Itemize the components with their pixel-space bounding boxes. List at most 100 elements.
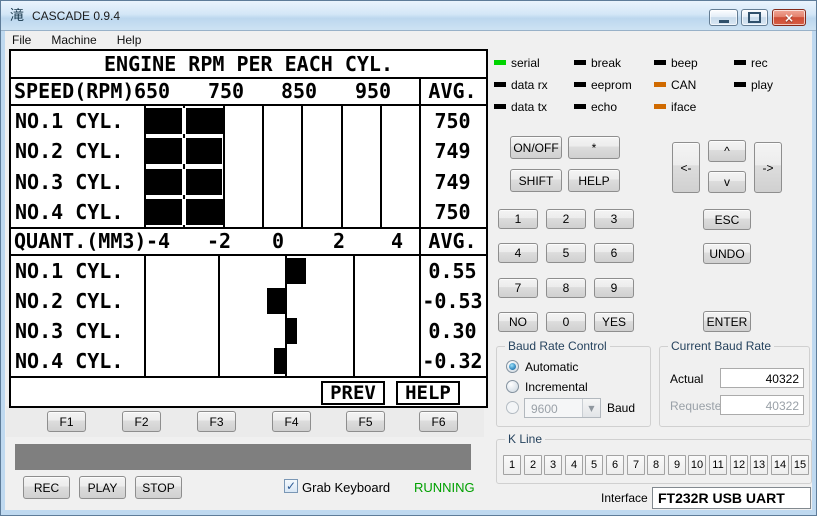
break-led: [574, 60, 586, 65]
echo-label: echo: [591, 100, 617, 114]
k-line-7[interactable]: 7: [627, 455, 645, 475]
baud-dropdown[interactable]: 9600 ▼: [524, 398, 601, 418]
rpm-avg-header: AVG.: [419, 79, 486, 104]
key-6[interactable]: 6: [594, 243, 634, 263]
rpm-avg-value: 750: [419, 197, 486, 227]
radio-automatic-label: Automatic: [525, 360, 578, 374]
key-4[interactable]: 4: [498, 243, 538, 263]
iface-led: [654, 104, 666, 109]
actual-label: Actual: [670, 372, 703, 386]
rpm-avg-value: 750: [419, 106, 486, 136]
key-2[interactable]: 2: [546, 209, 586, 229]
k-line-group: K Line 123456789101112131415: [496, 439, 812, 484]
k-line-11[interactable]: 11: [709, 455, 727, 475]
k-line-14[interactable]: 14: [771, 455, 789, 475]
k-line-9[interactable]: 9: [668, 455, 686, 475]
key-9[interactable]: 9: [594, 278, 634, 298]
k-line-10[interactable]: 10: [688, 455, 706, 475]
rpm-row-label: NO.4 CYL.: [15, 197, 143, 227]
k-line-15[interactable]: 15: [791, 455, 809, 475]
k-line-3[interactable]: 3: [544, 455, 562, 475]
k-line-5[interactable]: 5: [585, 455, 603, 475]
grab-keyboard-checkbox[interactable]: ✓: [284, 479, 298, 493]
data-rx-label: data rx: [511, 78, 548, 92]
requested-baud-field: 40322: [720, 395, 804, 415]
key-3[interactable]: 3: [594, 209, 634, 229]
radio-automatic[interactable]: [506, 360, 519, 373]
quant-row-label: NO.2 CYL.: [15, 286, 143, 316]
key-5[interactable]: 5: [546, 243, 586, 263]
window-border-right: [812, 31, 817, 516]
quant-row-label: NO.1 CYL.: [15, 256, 143, 286]
interface-field: FT232R USB UART: [652, 487, 811, 509]
k-line-4[interactable]: 4: [565, 455, 583, 475]
fkey-f4[interactable]: F4: [272, 411, 311, 432]
shift-button[interactable]: SHIFT: [510, 169, 562, 192]
rpm-grid-line: [380, 106, 382, 227]
nav-right-button[interactable]: ->: [754, 142, 782, 193]
rpm-bar-gap: [182, 199, 186, 225]
app-window: 滝 CASCADE 0.9.4 × FileMachineHelp ENGINE…: [0, 0, 817, 516]
play-button[interactable]: PLAY: [79, 476, 126, 499]
check-icon: ✓: [286, 480, 296, 492]
enter-button[interactable]: ENTER: [703, 311, 751, 332]
key-no[interactable]: NO: [498, 312, 538, 332]
undo-button[interactable]: UNDO: [703, 243, 751, 264]
nav-down-button[interactable]: v: [708, 171, 746, 193]
rpm-tick-label: 950: [343, 79, 403, 104]
help-button[interactable]: HELP: [568, 169, 620, 192]
rec-button[interactable]: REC: [23, 476, 70, 499]
key-8[interactable]: 8: [546, 278, 586, 298]
quant-avg-header: AVG.: [419, 229, 486, 254]
fkey-f6[interactable]: F6: [419, 411, 458, 432]
quant-grid-line: [218, 256, 220, 376]
stop-button[interactable]: STOP: [135, 476, 182, 499]
eeprom-label: eeprom: [591, 78, 632, 92]
minimize-button[interactable]: [709, 9, 738, 26]
minimize-icon: [719, 20, 729, 23]
data-tx-label: data tx: [511, 100, 547, 114]
quant-tick-label: 0: [253, 229, 303, 254]
fkey-f2[interactable]: F2: [122, 411, 161, 432]
key-7[interactable]: 7: [498, 278, 538, 298]
k-line-13[interactable]: 13: [750, 455, 768, 475]
nav-up-button[interactable]: ^: [708, 140, 746, 162]
maximize-button[interactable]: [741, 9, 768, 26]
fkey-f3[interactable]: F3: [197, 411, 236, 432]
CAN-led: [654, 82, 666, 87]
close-button[interactable]: ×: [772, 9, 806, 26]
radio-fixed-baud[interactable]: [506, 401, 519, 414]
menu-file[interactable]: File: [2, 31, 41, 49]
current-baud-rate-group: Current Baud Rate Actual 40322 Requested…: [659, 346, 810, 427]
rpm-grid-line: [341, 106, 343, 227]
esc-button[interactable]: ESC: [703, 209, 751, 230]
star-button[interactable]: *: [568, 136, 620, 159]
k-line-2[interactable]: 2: [524, 455, 542, 475]
k-line-1[interactable]: 1: [503, 455, 521, 475]
quant-avg-value: 0.55: [419, 256, 486, 286]
lcd-chart-title: ENGINE RPM PER EACH CYL.: [11, 51, 486, 77]
quant-avg-value: -0.32: [419, 346, 486, 376]
key-0[interactable]: 0: [546, 312, 586, 332]
k-line-12[interactable]: 12: [730, 455, 748, 475]
nav-left-button[interactable]: <-: [672, 142, 700, 193]
radio-incremental-label: Incremental: [525, 380, 588, 394]
radio-incremental[interactable]: [506, 380, 519, 393]
fkey-f1[interactable]: F1: [47, 411, 86, 432]
data-rx-led: [494, 82, 506, 87]
play-label: play: [751, 78, 773, 92]
menu-machine[interactable]: Machine: [41, 31, 106, 49]
fkey-f5[interactable]: F5: [346, 411, 385, 432]
chevron-down-icon: ▼: [582, 399, 600, 417]
titlebar[interactable]: 滝 CASCADE 0.9.4 ×: [1, 1, 817, 31]
lcd-softkey-help: HELP: [396, 381, 460, 405]
k-line-8[interactable]: 8: [647, 455, 665, 475]
window-title: CASCADE 0.9.4: [32, 9, 120, 23]
menu-help[interactable]: Help: [107, 31, 152, 49]
rpm-avg-value: 749: [419, 136, 486, 166]
key-yes[interactable]: YES: [594, 312, 634, 332]
baud-rate-control-group: Baud Rate Control Automatic Incremental …: [496, 346, 651, 427]
k-line-6[interactable]: 6: [606, 455, 624, 475]
key-1[interactable]: 1: [498, 209, 538, 229]
on-off-button[interactable]: ON/OFF: [510, 136, 562, 159]
